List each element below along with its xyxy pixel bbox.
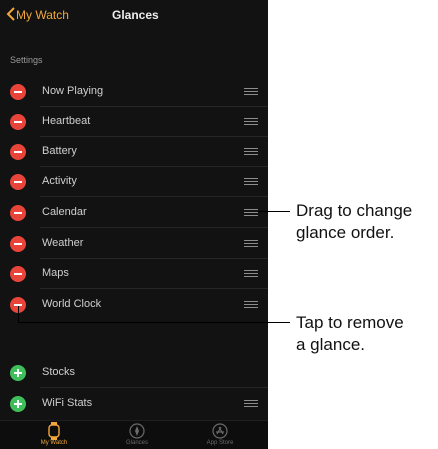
glance-label: Heartbeat (42, 115, 91, 127)
app-store-icon (212, 423, 228, 439)
watch-icon (48, 422, 60, 440)
back-button[interactable]: My Watch (16, 8, 69, 22)
add-icon[interactable] (10, 396, 26, 412)
reorder-handle-icon[interactable] (244, 118, 258, 125)
glance-row-calendar: Calendar (0, 197, 268, 228)
tab-label: App Store (206, 440, 234, 446)
glance-row-battery: Battery (0, 136, 268, 167)
tap-callout-leader-line (18, 322, 290, 323)
reorder-handle-icon[interactable] (244, 240, 258, 247)
glance-label: Now Playing (42, 85, 104, 97)
reorder-handle-icon[interactable] (244, 209, 258, 216)
reorder-handle-icon[interactable] (244, 400, 258, 407)
tap-callout-line1: Tap to remove (296, 313, 404, 332)
navigation-bar: My Watch Glances (0, 0, 268, 30)
glance-label: Calendar (42, 206, 87, 218)
reorder-handle-icon[interactable] (244, 178, 258, 185)
glance-row-activity: Activity (0, 166, 268, 197)
phone-screen: My Watch Glances Settings Now Playing He… (0, 0, 268, 449)
tab-app-store[interactable]: App Store (190, 421, 250, 449)
excluded-glance-row-wifi-stats: WiFi Stats (0, 388, 268, 419)
tab-label: Glances (125, 440, 148, 446)
tab-label: My Watch (40, 440, 68, 446)
remove-icon[interactable] (10, 205, 26, 221)
remove-icon[interactable] (10, 266, 26, 282)
drag-callout: Drag to change glance order. (296, 200, 412, 244)
remove-icon[interactable] (10, 114, 26, 130)
reorder-handle-icon[interactable] (244, 270, 258, 277)
remove-icon[interactable] (10, 144, 26, 160)
reorder-handle-icon[interactable] (244, 301, 258, 308)
glance-label: WiFi Stats (42, 397, 93, 409)
drag-callout-line1: Drag to change (296, 201, 413, 220)
tab-glances[interactable]: Glances (107, 421, 167, 449)
tap-callout-line2: a glance. (296, 335, 365, 354)
add-icon[interactable] (10, 365, 26, 381)
glance-row-world-clock: World Clock (0, 289, 268, 320)
tab-bar: My Watch Glances App Store (0, 420, 268, 449)
glance-label: World Clock (42, 298, 102, 310)
glance-row-maps: Maps (0, 258, 268, 289)
glance-row-weather: Weather (0, 228, 268, 259)
glance-row-heartbeat: Heartbeat (0, 106, 268, 137)
drag-callout-leader-line (258, 211, 290, 212)
settings-header[interactable]: Settings (10, 55, 43, 65)
glance-label: Activity (42, 175, 77, 187)
drag-callout-line2: glance order. (296, 223, 395, 242)
glance-label: Weather (42, 237, 84, 249)
glance-row-now-playing: Now Playing (0, 76, 268, 107)
glance-label: Stocks (42, 366, 76, 378)
tap-callout-leader-line-vertical (18, 306, 19, 323)
reorder-handle-icon[interactable] (244, 148, 258, 155)
reorder-handle-icon[interactable] (244, 88, 258, 95)
glance-label: Maps (42, 267, 69, 279)
tap-callout: Tap to remove a glance. (296, 312, 404, 356)
remove-icon[interactable] (10, 84, 26, 100)
remove-icon[interactable] (10, 236, 26, 252)
tab-my-watch[interactable]: My Watch (24, 421, 84, 449)
page-title: Glances (112, 8, 159, 22)
compass-icon (129, 423, 145, 439)
excluded-glance-row-stocks: Stocks (0, 357, 268, 388)
chevron-left-icon[interactable] (6, 7, 16, 21)
glance-label: Battery (42, 145, 77, 157)
remove-icon[interactable] (10, 174, 26, 190)
